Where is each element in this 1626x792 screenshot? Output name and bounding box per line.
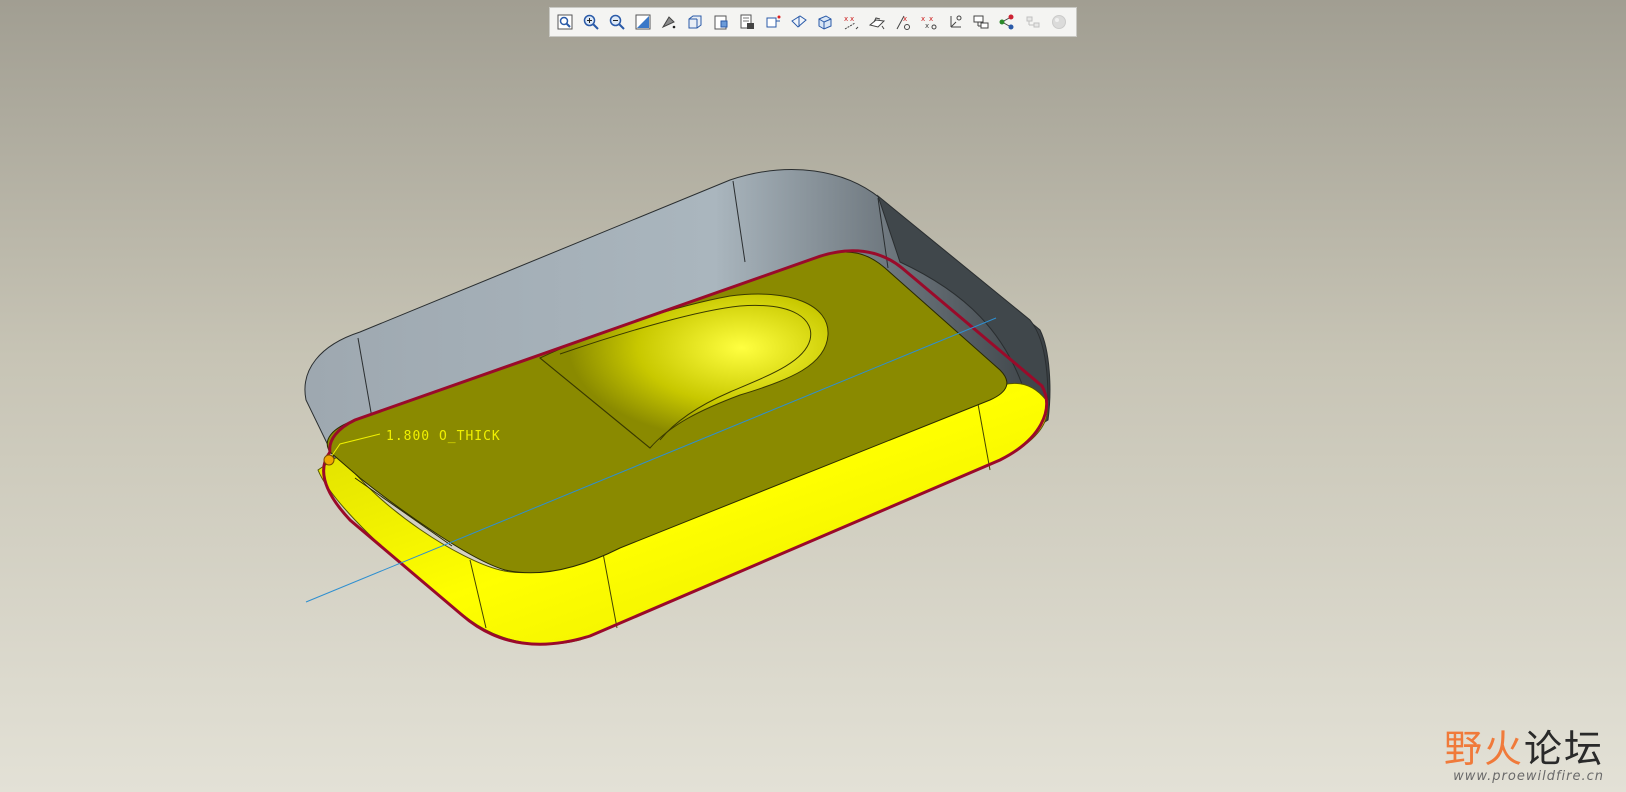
watermark-title-b: 论坛 [1523, 727, 1604, 771]
dimension-label[interactable]: 1.800 O_THICK [386, 429, 501, 444]
model-view[interactable]: 1.800 O_THICK [0, 0, 1626, 792]
watermark-title: 野火论坛 [1434, 729, 1604, 769]
graphics-window[interactable]: xx x xxx 1.800 O_THICK 野火论坛 www.proewild… [0, 0, 1626, 792]
drag-handle[interactable] [323, 454, 335, 466]
watermark: 野火论坛 www.proewildfire.cn [1434, 729, 1604, 784]
watermark-url: www.proewildfire.cn [1453, 769, 1604, 784]
watermark-title-a: 野火 [1443, 727, 1524, 771]
